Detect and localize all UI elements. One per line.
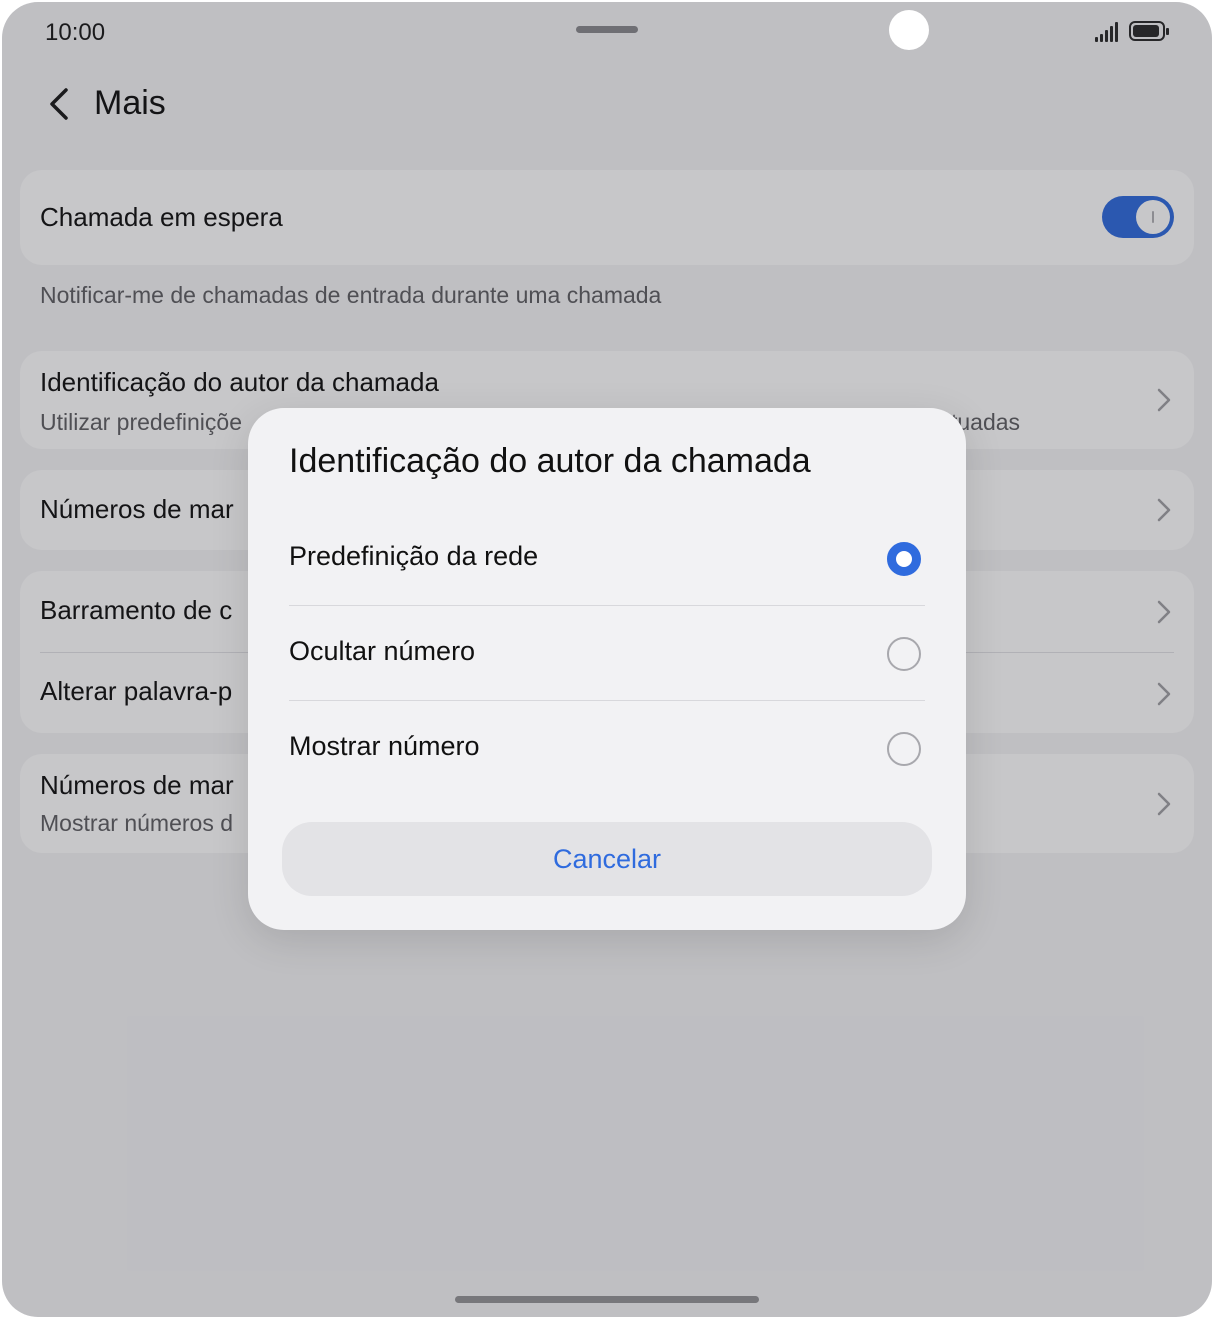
dialog-title: Identificação do autor da chamada <box>289 442 811 480</box>
option-label: Predefinição da rede <box>289 541 539 571</box>
radio-selected[interactable] <box>887 542 921 576</box>
option-network-default[interactable]: Predefinição da rede <box>289 511 925 606</box>
radio-unselected[interactable] <box>887 732 921 766</box>
front-camera <box>889 10 929 50</box>
option-show-number[interactable]: Mostrar número <box>289 701 925 796</box>
option-hide-number[interactable]: Ocultar número <box>289 606 925 701</box>
option-label: Mostrar número <box>289 731 480 761</box>
caller-id-dialog: Identificação do autor da chamada Predef… <box>248 408 966 930</box>
home-indicator[interactable] <box>455 1296 759 1303</box>
radio-unselected[interactable] <box>887 637 921 671</box>
cancel-button[interactable]: Cancelar <box>282 822 932 896</box>
option-label: Ocultar número <box>289 636 476 666</box>
phone-screen: 10:00 Mais Chamada em espera Notificar-m… <box>2 2 1212 1317</box>
